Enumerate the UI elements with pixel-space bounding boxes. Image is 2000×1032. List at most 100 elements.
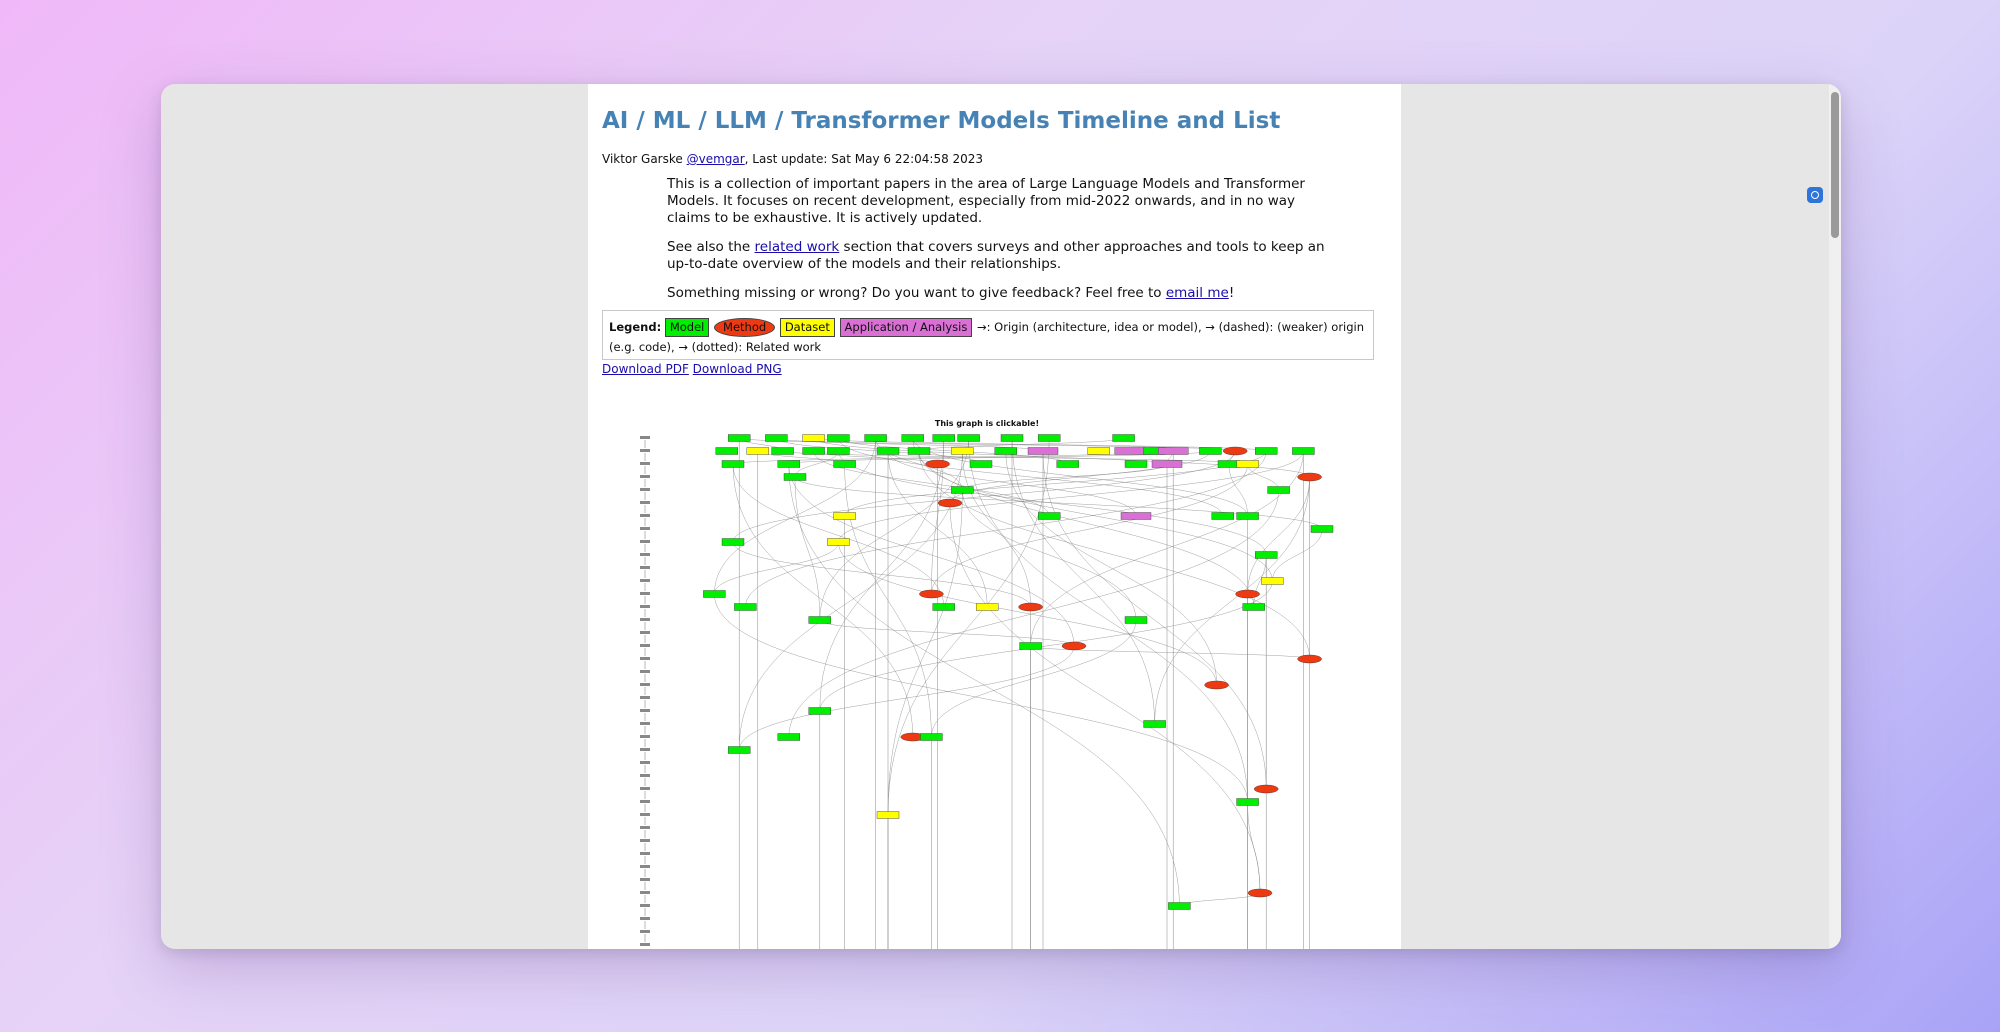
graph-edge [714,593,1248,803]
graph-node-method[interactable] [1297,654,1322,664]
graph-node-method[interactable] [1061,641,1087,651]
graph-node-method[interactable] [925,459,950,469]
graph-node-model[interactable] [1038,434,1061,442]
related-work-link[interactable]: related work [755,239,840,255]
graph-node-model[interactable] [1255,551,1278,559]
graph-node-model[interactable] [765,434,788,442]
timeline-tick [640,800,650,803]
graph-node-model[interactable] [1000,434,1024,442]
graph-node-model[interactable] [721,538,745,546]
graph-node-model[interactable] [1267,486,1290,494]
graph-node-model[interactable] [907,447,931,455]
graph-node-method[interactable] [1297,472,1322,482]
graph-node-model[interactable] [734,603,757,611]
scrollbar[interactable] [1829,84,1841,949]
graph-node-dataset[interactable] [1261,577,1284,585]
model-timeline-graph[interactable]: This graph is clickable! [632,414,1392,949]
timeline-tick [640,683,650,686]
graph-node-model[interactable] [703,590,726,598]
timeline-tick [640,605,650,608]
graph-edge [1179,892,1261,907]
graph-node-dataset[interactable] [746,447,770,455]
timeline-tick [640,644,650,647]
graph-node-model[interactable] [721,460,745,468]
graph-node-app[interactable] [1158,447,1189,455]
graph-node-app[interactable] [1114,447,1145,455]
graph-node-method[interactable] [1204,680,1229,690]
graph-node-model[interactable] [864,434,887,442]
graph-node-method[interactable] [1018,602,1043,612]
graph-edge [962,489,1137,621]
graph-node-model[interactable] [994,447,1017,455]
graph-node-model[interactable] [833,460,856,468]
graph-node-model[interactable] [777,460,801,468]
graph-node-dataset[interactable] [833,512,856,520]
graph-node-model[interactable] [1242,603,1265,611]
intro-p3-text: Something missing or wrong? Do you want … [667,285,1166,301]
graph-node-model[interactable] [808,707,832,715]
graph-node-model[interactable] [932,603,955,611]
graph-node-model[interactable] [901,434,924,442]
graph-node-model[interactable] [771,447,794,455]
graph-node-dataset[interactable] [951,447,974,455]
graph-node-model[interactable] [951,486,974,494]
scrollbar-thumb[interactable] [1831,92,1839,238]
graph-node-dataset[interactable] [876,811,900,819]
graph-node-model[interactable] [1310,525,1334,533]
graph-node-model[interactable] [876,447,900,455]
graph-node-model[interactable] [727,434,751,442]
graph-node-model[interactable] [969,460,993,468]
graph-node-model[interactable] [1168,902,1191,910]
graph-node-model[interactable] [932,434,955,442]
graph-node-model[interactable] [827,434,850,442]
graph-node-model[interactable] [920,733,943,741]
graph-node-model[interactable] [802,447,825,455]
browser-window: AI / ML / LLM / Transformer Models Timel… [161,84,1841,949]
graph-node-dataset[interactable] [802,434,825,442]
graph-node-dataset[interactable] [827,538,850,546]
graph-node-model[interactable] [715,447,739,455]
graph-node-model[interactable] [777,733,801,741]
graph-node-model[interactable] [1236,512,1259,520]
graph-node-model[interactable] [783,473,807,481]
download-png-link[interactable]: Download PNG [693,362,782,376]
graph-node-model[interactable] [1143,720,1166,728]
graph-node-method[interactable] [1235,589,1260,599]
graph-node-app[interactable] [1027,447,1059,455]
graph-node-model[interactable] [1056,460,1079,468]
graph-node-method[interactable] [919,589,944,599]
graph-node-dataset[interactable] [1236,460,1259,468]
graph-node-model[interactable] [1236,798,1259,806]
graph-node-model[interactable] [1038,512,1061,520]
graph-node-method[interactable] [1254,784,1279,794]
graph-edge [887,489,963,816]
graph-node-model[interactable] [1292,447,1315,455]
graph-node-app[interactable] [1151,460,1183,468]
graph-node-model[interactable] [1019,642,1042,650]
graph-node-dataset[interactable] [1087,447,1110,455]
graph-node-model[interactable] [1211,512,1234,520]
twitter-handle-link[interactable]: @vemgar [687,152,745,166]
graph-node-model[interactable] [1255,447,1278,455]
timeline-tick [640,748,650,751]
graph-node-model[interactable] [808,616,832,624]
download-pdf-link[interactable]: Download PDF [602,362,689,376]
graph-node-model[interactable] [727,746,751,754]
graph-node-model[interactable] [1124,460,1148,468]
graph-node-method[interactable] [1223,446,1248,456]
page-title: AI / ML / LLM / Transformer Models Timel… [602,108,1281,134]
translate-extension-icon[interactable] [1807,187,1823,203]
graph-node-dataset[interactable] [976,603,999,611]
graph-node-app[interactable] [1120,512,1152,520]
graph-node-method[interactable] [937,498,963,508]
graph-node-model[interactable] [1199,447,1222,455]
graph-node-method[interactable] [1247,888,1273,898]
timeline-tick [640,657,650,660]
graph-node-model[interactable] [957,434,980,442]
graph-node-model[interactable] [827,447,850,455]
email-me-link[interactable]: email me [1166,285,1229,301]
graph-node-model[interactable] [1124,616,1148,624]
graph-edge [788,489,1279,738]
graph-node-model[interactable] [1112,434,1135,442]
download-links: Download PDF Download PNG [602,362,782,376]
